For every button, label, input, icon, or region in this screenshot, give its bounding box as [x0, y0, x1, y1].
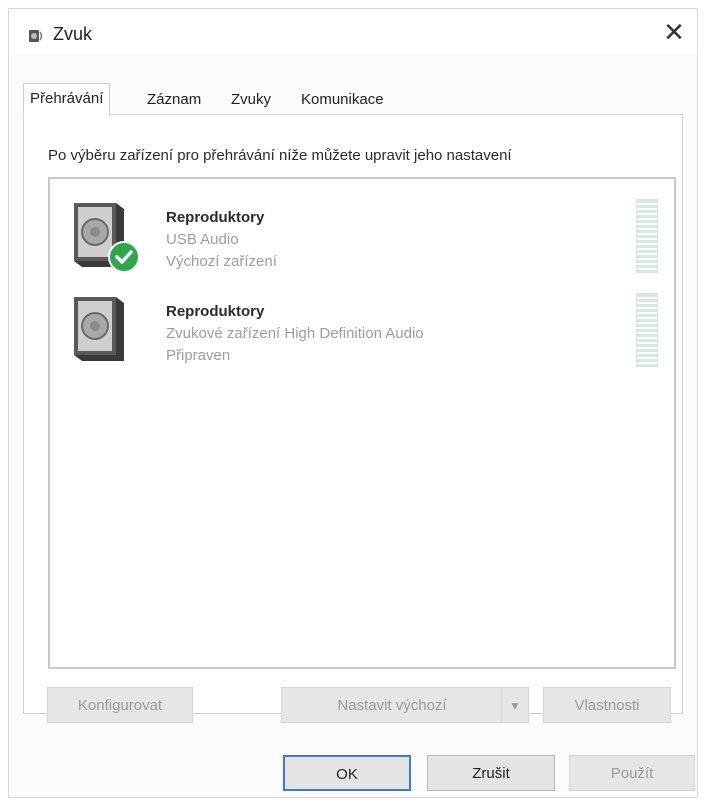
set-default-label: Nastavit výchozí: [337, 697, 447, 714]
instruction-text: Po výběru zařízení pro přehrávání níže m…: [48, 147, 512, 164]
device-description: USB Audio: [166, 231, 239, 248]
device-item[interactable]: Reproduktory USB Audio Výchozí zařízení: [58, 189, 666, 275]
device-status: Výchozí zařízení: [166, 253, 277, 270]
volume-meter: [636, 199, 658, 273]
checkmark-icon: [108, 241, 140, 273]
tab-bar: Přehrávání Záznam Zvuky Komunikace: [23, 83, 683, 117]
device-name: Reproduktory: [166, 209, 265, 226]
device-status: Připraven: [166, 347, 231, 364]
device-description: Zvukové zařízení High Definition Audio: [166, 325, 424, 342]
volume-meter: [636, 293, 658, 367]
configure-button[interactable]: Konfigurovat: [47, 687, 193, 723]
device-list[interactable]: Reproduktory USB Audio Výchozí zařízení …: [48, 177, 676, 669]
device-text: Reproduktory USB Audio Výchozí zařízení: [166, 207, 277, 273]
playback-panel: Po výběru zařízení pro přehrávání níže m…: [23, 114, 683, 714]
properties-button[interactable]: Vlastnosti: [543, 687, 671, 723]
chevron-down-icon[interactable]: ▼: [501, 688, 528, 722]
close-button[interactable]: ✕: [651, 9, 697, 55]
close-icon: ✕: [663, 16, 685, 47]
speaker-device-icon: [74, 297, 124, 361]
tab-communications[interactable]: Komunikace: [295, 87, 390, 113]
tab-playback[interactable]: Přehrávání: [23, 83, 111, 117]
ok-button[interactable]: OK: [283, 755, 411, 791]
window-title: Zvuk: [53, 24, 93, 44]
set-default-button[interactable]: Nastavit výchozí ▼: [281, 687, 529, 723]
speaker-icon: [29, 30, 43, 42]
cancel-button[interactable]: Zrušit: [427, 755, 555, 791]
device-text: Reproduktory Zvukové zařízení High Defin…: [166, 301, 424, 367]
tab-recording[interactable]: Záznam: [141, 87, 207, 113]
device-name: Reproduktory: [166, 303, 265, 320]
title-bar: Zvuk ✕: [9, 9, 697, 55]
tab-sounds[interactable]: Zvuky: [225, 87, 277, 113]
sound-dialog: Zvuk ✕ Přehrávání Záznam Zvuky Komunikac…: [8, 8, 698, 798]
device-item[interactable]: Reproduktory Zvukové zařízení High Defin…: [58, 283, 666, 369]
apply-button[interactable]: Použít: [569, 755, 695, 791]
